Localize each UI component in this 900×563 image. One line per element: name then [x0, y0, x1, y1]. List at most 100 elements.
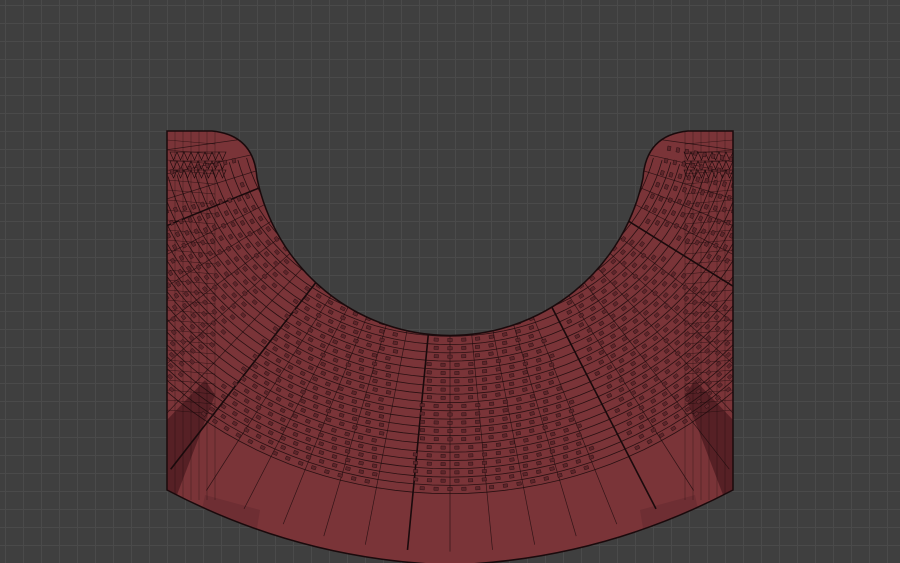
seat — [775, 241, 780, 246]
seat — [371, 463, 378, 468]
seat — [811, 248, 816, 253]
seat — [467, 312, 474, 317]
seat — [159, 378, 164, 383]
seat — [84, 286, 89, 291]
seat — [753, 174, 757, 179]
seat — [426, 370, 432, 375]
seat — [136, 301, 141, 306]
seat — [829, 200, 833, 205]
seat — [769, 253, 774, 258]
seat — [516, 405, 522, 411]
seat — [371, 446, 377, 452]
seat — [521, 301, 527, 307]
seat — [461, 420, 467, 425]
seat — [481, 377, 488, 382]
seat — [138, 289, 143, 294]
seat — [767, 215, 772, 220]
seat — [312, 271, 319, 277]
seat — [806, 183, 810, 188]
seat — [454, 387, 460, 392]
seat — [495, 467, 501, 472]
seat — [426, 395, 432, 400]
seat — [131, 278, 136, 283]
seat — [509, 373, 515, 378]
seat — [850, 191, 854, 196]
seat — [148, 237, 153, 242]
seat — [468, 461, 474, 466]
seat — [159, 354, 164, 359]
seat — [488, 435, 494, 440]
seat — [755, 359, 760, 364]
seat — [488, 426, 494, 431]
seat — [118, 255, 123, 260]
seat — [508, 305, 514, 310]
seat — [475, 411, 481, 416]
seat — [81, 185, 85, 190]
mesh-row-edge — [254, 155, 646, 296]
seat — [841, 189, 845, 194]
seat — [777, 255, 782, 260]
seat — [158, 365, 163, 370]
seat — [385, 390, 392, 395]
seat — [746, 369, 751, 374]
seat — [447, 487, 453, 491]
seat — [138, 188, 142, 193]
seat — [454, 470, 460, 475]
seat — [773, 165, 777, 170]
seat — [112, 244, 117, 249]
seat — [454, 454, 460, 458]
seat — [426, 461, 432, 466]
seat — [126, 177, 130, 182]
seat — [825, 238, 830, 243]
seat — [468, 387, 474, 391]
seat — [495, 367, 501, 372]
seat — [85, 248, 90, 253]
seat — [385, 364, 391, 370]
seat — [386, 305, 392, 310]
seat — [122, 326, 127, 331]
seat — [494, 308, 501, 313]
seat — [744, 333, 749, 338]
seat — [482, 444, 488, 449]
seat — [502, 399, 509, 404]
seat — [802, 247, 807, 252]
3d-viewport[interactable] — [0, 0, 900, 563]
seat — [468, 453, 474, 458]
seat — [481, 385, 487, 390]
seat — [522, 463, 529, 468]
seat — [124, 314, 129, 319]
seat — [147, 186, 151, 191]
seat — [379, 431, 385, 436]
seat — [509, 364, 515, 370]
seat — [73, 186, 77, 191]
seat — [419, 419, 425, 424]
seat — [522, 472, 528, 477]
seat — [151, 261, 156, 266]
seat — [475, 328, 481, 333]
seat — [772, 203, 776, 208]
seat — [440, 396, 446, 400]
seat — [488, 351, 494, 356]
seat — [760, 251, 765, 256]
seat — [419, 403, 425, 408]
auditorium-mesh[interactable] — [0, 0, 900, 563]
seat — [468, 370, 474, 375]
seat — [131, 350, 136, 355]
seat — [495, 392, 501, 397]
seat — [161, 260, 166, 265]
seat — [814, 185, 818, 190]
seat — [461, 346, 467, 350]
seat — [793, 282, 798, 287]
seat — [509, 457, 515, 462]
seat — [745, 198, 749, 203]
seat — [774, 279, 779, 284]
seat — [154, 296, 159, 301]
seat — [754, 200, 758, 205]
seat — [347, 291, 354, 297]
seat — [744, 224, 749, 229]
seat — [780, 230, 785, 235]
seat — [352, 302, 359, 308]
seat — [693, 150, 698, 156]
seat — [834, 214, 838, 219]
seat — [378, 414, 385, 419]
